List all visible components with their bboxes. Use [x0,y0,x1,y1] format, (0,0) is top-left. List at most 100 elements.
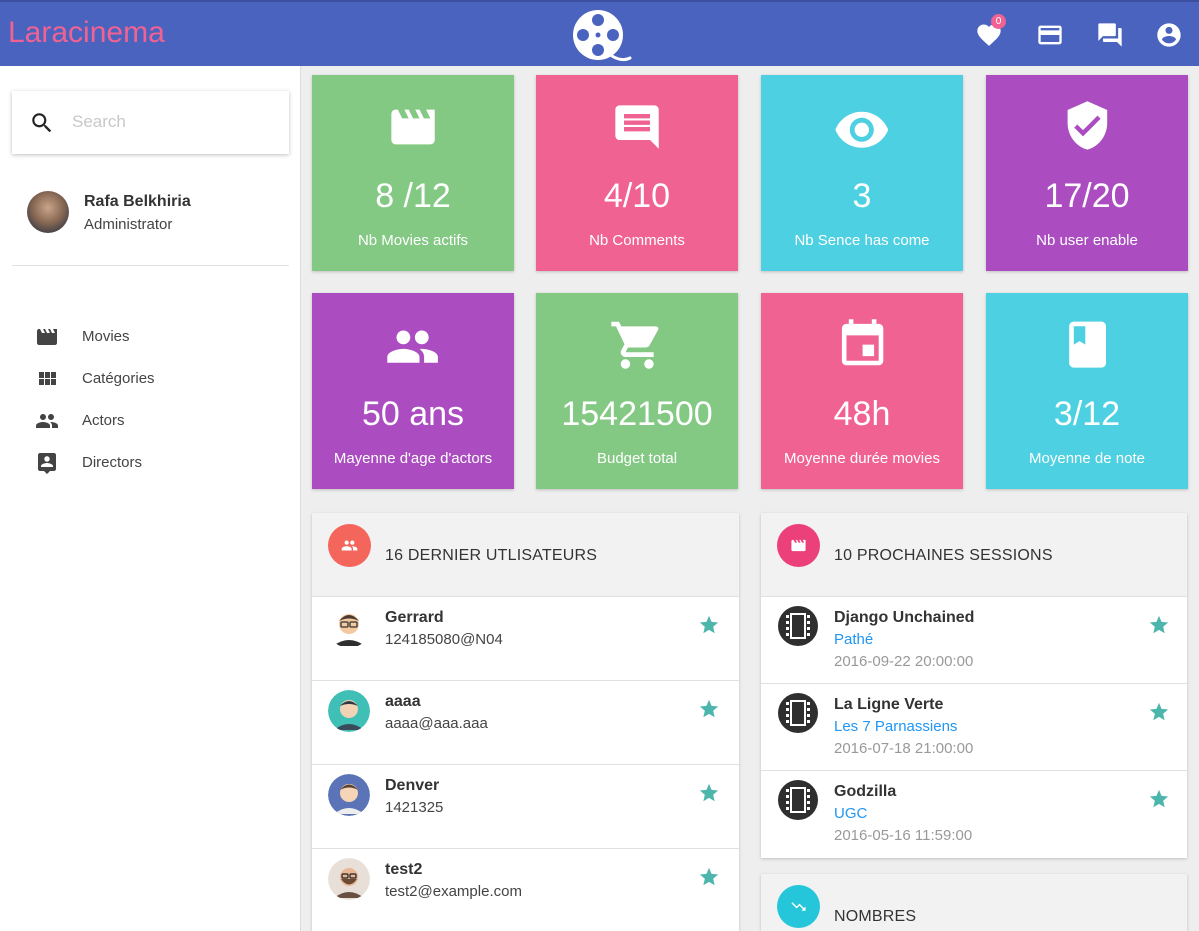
stat-card-movies[interactable]: 8 /12 Nb Movies actifs [312,75,514,271]
sidebar-item-actors[interactable]: Actors [30,405,280,437]
stat-card-comments[interactable]: 4/10 Nb Comments [536,75,738,271]
stat-value: 3 [852,177,872,215]
user-name: aaaa [385,693,421,710]
sidebar: Rafa Belkhiria Administrator Movies Caté… [0,66,301,931]
avatar [328,774,370,816]
stat-value: 50 ans [361,395,465,433]
movie-icon [37,329,57,345]
people-icon [387,330,438,363]
movie-icon [391,109,435,145]
search-input[interactable] [72,109,272,135]
stat-label: Mayenne d'age d'actors [333,450,493,467]
panel-header: 10 PROCHAINES SESSIONS [761,513,1187,597]
stat-value: 17/20 [1044,177,1130,215]
stat-card-rating[interactable]: 3/12 Moyenne de note [986,293,1188,489]
star-icon[interactable] [1148,701,1170,723]
search-icon[interactable] [29,110,55,136]
eye-icon [835,111,889,148]
sidebar-item-label: Catégories [82,370,155,387]
grid-icon [39,372,56,385]
star-icon[interactable] [698,782,720,804]
star-icon[interactable] [1148,788,1170,810]
session-movie: Django Unchained [834,609,975,626]
sidebar-item-label: Directors [82,454,143,471]
stat-card-actor-age[interactable]: 50 ans Mayenne d'age d'actors [312,293,514,489]
session-movie: Godzilla [834,783,897,800]
latest-users-panel: 16 DERNIER UTLISATEURS Gerrard 124185080… [312,513,739,931]
panel-header: 16 DERNIER UTLISATEURS [312,513,739,597]
star-icon[interactable] [1148,614,1170,636]
session-cinema-link[interactable]: Pathé [834,631,873,648]
contact-icon [38,453,56,474]
chat-icon[interactable] [1096,21,1124,49]
list-item[interactable]: Denver 1421325 [312,765,739,849]
calendar-icon [841,319,884,366]
list-item[interactable]: test2 test2@example.com [312,849,739,931]
user-name: test2 [385,861,423,878]
sidebar-item-directors[interactable]: Directors [30,447,280,479]
sidebar-item-categories[interactable]: Catégories [30,363,280,395]
session-date: 2016-09-22 20:00:00 [834,653,974,670]
top-app-bar: Laracinema 0 [0,0,1199,66]
list-item[interactable]: Godzilla UGC 2016-05-16 11:59:00 [761,771,1187,858]
film-strip-icon [778,606,818,646]
account-icon[interactable] [1155,21,1183,49]
film-strip-icon [778,693,818,733]
stat-label: Nb Sence has come [794,232,930,249]
session-date: 2016-07-18 21:00:00 [834,740,974,757]
stat-label: Moyenne durée movies [784,450,940,467]
session-cinema-link[interactable]: UGC [834,805,867,822]
user-avatar[interactable] [27,191,69,233]
panel-title: NOMBRES [834,908,917,925]
session-cinema-link[interactable]: Les 7 Parnassiens [834,718,957,735]
trending-down-icon [791,902,806,911]
panel-badge [328,524,371,567]
avatar [328,690,370,732]
stat-value: 4/10 [603,177,671,215]
stat-card-duration[interactable]: 48h Moyenne durée movies [761,293,963,489]
sidebar-divider [12,265,289,266]
movie-icon [791,539,806,552]
user-detail: 124185080@N04 [385,631,503,648]
book-icon [1069,321,1106,368]
stat-value: 3/12 [1053,395,1121,433]
panel-title: 16 DERNIER UTLISATEURS [385,547,598,564]
brand-title[interactable]: Laracinema [8,16,165,50]
panel-header: NOMBRES [761,874,1187,931]
stat-card-users[interactable]: 17/20 Nb user enable [986,75,1188,271]
user-detail: test2@example.com [385,883,522,900]
list-item[interactable]: aaaa aaaa@aaa.aaa [312,681,739,765]
comment-icon [615,105,659,149]
stat-card-sessions[interactable]: 3 Nb Sence has come [761,75,963,271]
panel-title: 10 PROCHAINES SESSIONS [834,547,1053,564]
stat-label: Nb Movies actifs [357,232,469,249]
film-reel-logo-icon[interactable] [568,6,632,64]
user-name: Denver [385,777,440,794]
sidebar-item-label: Movies [82,328,130,345]
stat-label: Nb Comments [589,232,685,249]
user-name: Rafa Belkhiria [84,193,191,210]
panel-badge [777,885,820,928]
sidebar-item-movies[interactable]: Movies [30,321,280,353]
numbers-panel: NOMBRES [761,874,1187,931]
stat-card-budget[interactable]: 15421500 Budget total [536,293,738,489]
user-name: Gerrard [385,609,444,626]
star-icon[interactable] [698,698,720,720]
credit-card-icon[interactable] [1036,21,1064,49]
upcoming-sessions-panel: 10 PROCHAINES SESSIONS Django Unchained … [761,513,1187,858]
avatar [328,606,370,648]
stat-label: Budget total [596,450,678,467]
favorites-count-badge: 0 [991,14,1006,29]
list-item[interactable]: La Ligne Verte Les 7 Parnassiens 2016-07… [761,684,1187,771]
list-item[interactable]: Django Unchained Pathé 2016-09-22 20:00:… [761,597,1187,684]
stat-label: Nb user enable [1036,232,1138,249]
search-box [12,91,289,154]
user-role: Administrator [84,216,173,233]
session-movie: La Ligne Verte [834,696,944,713]
list-item[interactable]: Gerrard 124185080@N04 [312,597,739,681]
people-icon [341,540,358,551]
user-detail: 1421325 [385,799,444,816]
star-icon[interactable] [698,866,720,888]
cart-icon [611,321,659,369]
star-icon[interactable] [698,614,720,636]
